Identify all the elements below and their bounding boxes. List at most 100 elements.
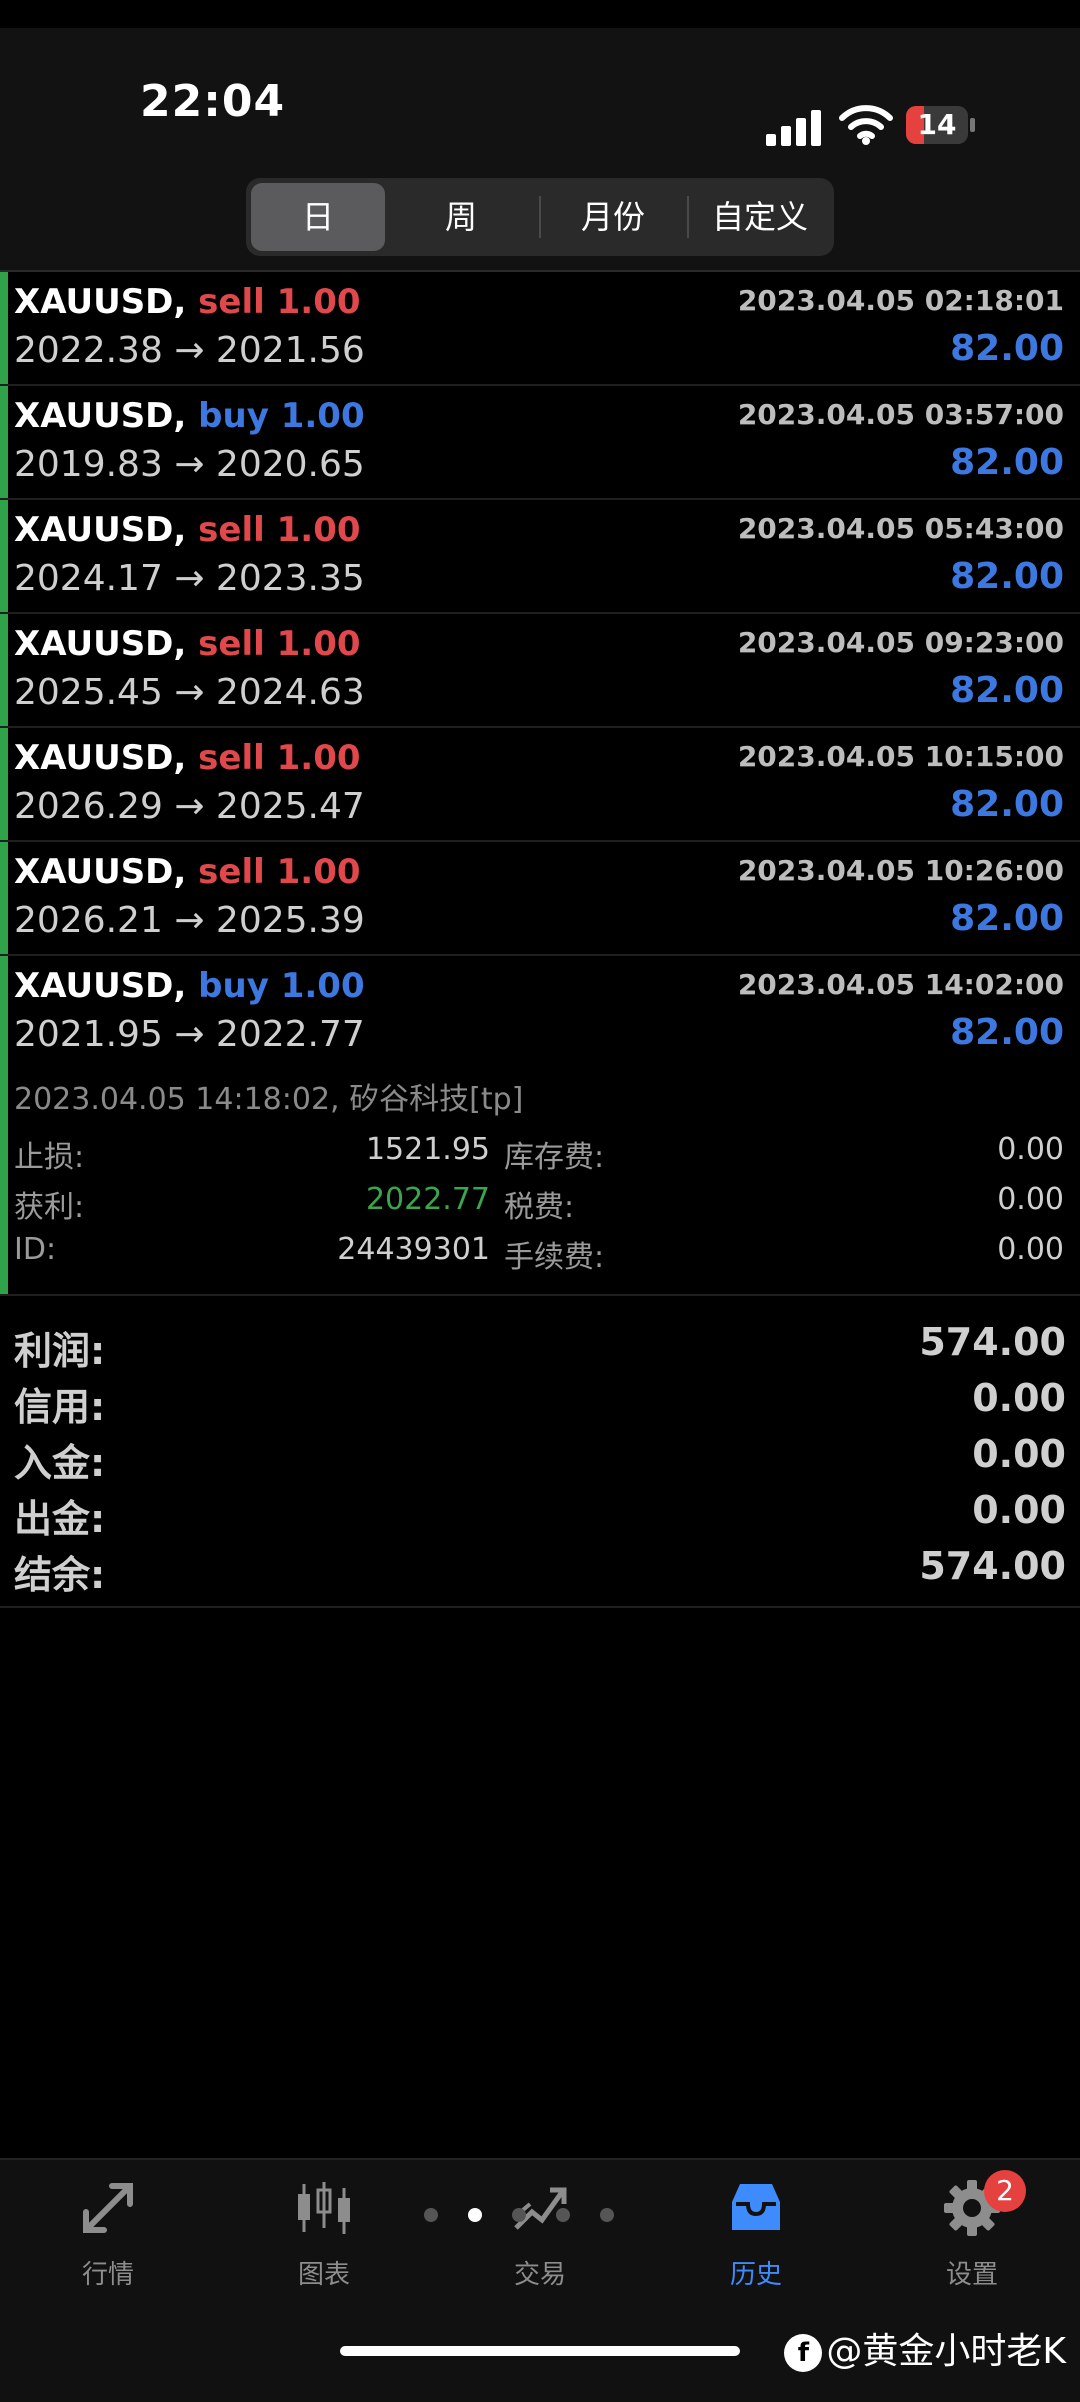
watermark-logo-icon: f (784, 2334, 823, 2372)
total-row-credit: 信用: 0.00 (14, 1376, 1066, 1430)
deal-prices: 2019.83 → 2020.65 (14, 444, 365, 485)
deal-volume: 1.00 (280, 966, 365, 1006)
deal-volume: 1.00 (276, 624, 361, 664)
deal-comment: 2023.04.05 14:18:02, 矽谷科技[tp] (14, 1082, 524, 1117)
tab-label: 交易 (513, 2260, 566, 2290)
total-label: 利润: (14, 1329, 106, 1373)
tab-label: 设置 (945, 2260, 998, 2290)
battery-icon: 14 (906, 106, 978, 146)
total-row-withdrawal: 出金: 0.00 (14, 1488, 1066, 1542)
deal-prices: 2026.29 → 2025.47 (14, 786, 365, 827)
total-value: 0.00 (972, 1488, 1066, 1532)
total-label: 出金: (14, 1497, 106, 1541)
deal-profit: 82.00 (950, 898, 1064, 939)
take-profit-value: 2022.77 (365, 1182, 490, 1217)
deal-row[interactable]: XAUUSD, sell 1.00 2023.04.05 10:15:00 20… (0, 728, 1080, 842)
deal-indicator (0, 842, 8, 954)
history-list: XAUUSD, sell 1.00 2023.04.05 02:18:01 20… (0, 272, 1080, 1296)
deal-time: 2023.04.05 10:15:00 (737, 740, 1064, 773)
tab-custom[interactable]: 自定义 (691, 183, 829, 251)
stop-loss-value: 1521.95 (365, 1132, 490, 1167)
taxes-value: 0.00 (997, 1182, 1064, 1217)
cellular-signal-icon (766, 106, 826, 146)
deal-time: 2023.04.05 10:26:00 (737, 854, 1064, 887)
deal-volume: 1.00 (280, 396, 365, 436)
deal-time: 2023.04.05 03:57:00 (737, 398, 1064, 431)
deal-type: sell (198, 738, 265, 778)
deal-row-expanded[interactable]: XAUUSD, buy 1.00 2023.04.05 14:02:00 202… (0, 956, 1080, 1068)
deal-row[interactable]: XAUUSD, sell 1.00 2023.04.05 05:43:00 20… (0, 500, 1080, 614)
totals-summary: 利润: 574.00 信用: 0.00 入金: 0.00 出金: 0.00 结余… (0, 1306, 1080, 1608)
deal-symbol: XAUUSD, (14, 282, 187, 322)
deal-symbol: XAUUSD, (14, 966, 187, 1006)
total-row-balance: 结余: 574.00 (14, 1544, 1066, 1598)
deal-indicator (0, 272, 8, 384)
commission-label: 手续费: (504, 1240, 605, 1275)
deal-indicator (0, 500, 8, 612)
commission-value: 0.00 (997, 1232, 1064, 1267)
home-indicator[interactable] (340, 2346, 740, 2356)
candlestick-chart-icon (298, 2182, 350, 2234)
deal-time: 2023.04.05 14:02:00 (737, 968, 1064, 1001)
deal-volume: 1.00 (276, 282, 361, 322)
deal-row[interactable]: XAUUSD, sell 1.00 2023.04.05 10:26:00 20… (0, 842, 1080, 956)
deal-time: 2023.04.05 05:43:00 (737, 512, 1064, 545)
status-bar: 22:04 14 (0, 28, 1080, 148)
deal-profit: 82.00 (950, 556, 1064, 597)
deal-profit: 82.00 (950, 670, 1064, 711)
deal-symbol: XAUUSD, (14, 624, 187, 664)
deal-type: sell (198, 852, 265, 892)
quotes-arrows-icon (83, 2183, 133, 2233)
deal-prices: 2025.45 → 2024.63 (14, 672, 365, 713)
taxes-label: 税费: (504, 1190, 575, 1225)
total-value: 0.00 (972, 1376, 1066, 1420)
history-inbox-icon (732, 2184, 780, 2230)
deal-row[interactable]: XAUUSD, buy 1.00 2023.04.05 03:57:00 201… (0, 386, 1080, 500)
tab-month[interactable]: 月份 (543, 183, 683, 251)
deal-profit: 82.00 (950, 328, 1064, 369)
tab-history[interactable]: 历史 (676, 2178, 836, 2298)
deal-type: sell (198, 624, 265, 664)
tab-label: 行情 (81, 2260, 134, 2290)
tab-charts[interactable]: 图表 (244, 2178, 404, 2298)
deal-row[interactable]: XAUUSD, sell 1.00 2023.04.05 09:23:00 20… (0, 614, 1080, 728)
deal-row[interactable]: XAUUSD, sell 1.00 2023.04.05 02:18:01 20… (0, 272, 1080, 386)
deal-volume: 1.00 (276, 852, 361, 892)
deal-prices: 2026.21 → 2025.39 (14, 900, 365, 941)
total-value: 574.00 (919, 1544, 1066, 1588)
tab-trade[interactable]: 交易 (460, 2178, 620, 2298)
tab-label: 历史 (729, 2260, 782, 2290)
total-row-profit: 利润: 574.00 (14, 1320, 1066, 1374)
deal-symbol: XAUUSD, (14, 396, 187, 436)
id-value: 24439301 (337, 1232, 490, 1267)
deal-type: sell (198, 510, 265, 550)
period-header: 日 周 月份 自定义 (0, 148, 1080, 272)
total-row-deposit: 入金: 0.00 (14, 1432, 1066, 1486)
deal-indicator (0, 956, 8, 1068)
deal-volume: 1.00 (276, 510, 361, 550)
detail-row: 获利: 2022.77 税费: 0.00 (14, 1182, 1064, 1228)
total-label: 结余: (14, 1553, 106, 1597)
tab-week[interactable]: 周 (389, 183, 533, 251)
tab-settings[interactable]: 2 设置 (892, 2170, 1052, 2298)
id-label: ID: (14, 1232, 57, 1267)
tab-quotes[interactable]: 行情 (28, 2178, 188, 2298)
stop-loss-label: 止损: (14, 1140, 85, 1175)
deal-prices: 2021.95 → 2022.77 (14, 1014, 365, 1055)
deal-detail-panel: 2023.04.05 14:18:02, 矽谷科技[tp] 止损: 1521.9… (0, 1068, 1080, 1296)
page-indicator (420, 2208, 660, 2224)
swap-value: 0.00 (997, 1132, 1064, 1167)
tab-day[interactable]: 日 (251, 183, 385, 251)
deal-indicator (0, 728, 8, 840)
battery-level: 14 (917, 108, 957, 141)
deal-volume: 1.00 (276, 738, 361, 778)
deal-profit: 82.00 (950, 784, 1064, 825)
deal-type: sell (198, 282, 265, 322)
deal-symbol: XAUUSD, (14, 852, 187, 892)
settings-badge: 2 (984, 2170, 1026, 2212)
deal-symbol: XAUUSD, (14, 510, 187, 550)
deal-type: buy (198, 396, 269, 436)
swap-label: 库存费: (504, 1140, 605, 1175)
deal-indicator (0, 1068, 8, 1294)
detail-row: 止损: 1521.95 库存费: 0.00 (14, 1132, 1064, 1178)
